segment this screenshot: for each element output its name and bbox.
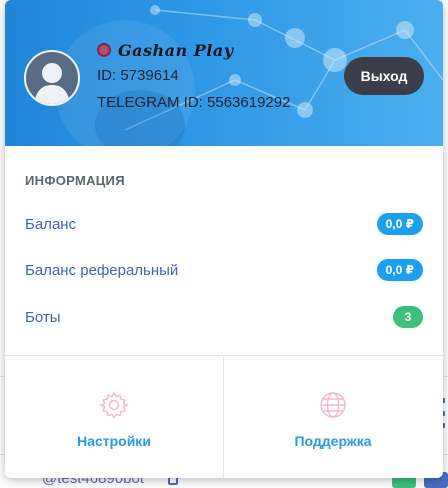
info-section-title: ИНФОРМАЦИЯ <box>25 173 125 188</box>
section-divider <box>5 355 443 356</box>
referral-balance-row[interactable]: Баланс реферальный 0,0 ₽ <box>5 253 443 287</box>
user-info: Gashan Play ID: 5739614 TELEGRAM ID: 556… <box>97 38 290 112</box>
gear-icon <box>99 391 129 420</box>
support-button[interactable]: Поддержка <box>224 357 442 478</box>
brand-row: Gashan Play <box>97 38 290 62</box>
logout-button[interactable]: Выход <box>344 57 424 95</box>
globe-icon <box>320 392 346 418</box>
balance-label: Баланс <box>25 215 77 233</box>
referral-balance-label: Баланс реферальный <box>25 261 179 279</box>
avatar[interactable] <box>24 50 80 106</box>
balance-badge: 0,0 ₽ <box>376 213 423 235</box>
user-silhouette-icon <box>34 63 70 104</box>
balance-row[interactable]: Баланс 0,0 ₽ <box>5 207 443 241</box>
referral-balance-badge: 0,0 ₽ <box>376 259 423 281</box>
bots-label: Боты <box>25 308 61 326</box>
telegram-id: TELEGRAM ID: 5563619292 <box>97 94 291 111</box>
settings-label: Настройки <box>77 433 151 449</box>
bots-row[interactable]: Боты 3 <box>5 300 443 334</box>
profile-header: Gashan Play ID: 5739614 TELEGRAM ID: 556… <box>5 0 443 146</box>
user-id: ID: 5739614 <box>97 67 179 84</box>
profile-dropdown: Gashan Play ID: 5739614 TELEGRAM ID: 556… <box>5 0 443 478</box>
brand-name: Gashan Play <box>118 40 234 60</box>
brand-logo-icon <box>97 43 111 57</box>
support-label: Поддержка <box>294 433 372 449</box>
bots-count-badge: 3 <box>393 306 423 328</box>
settings-button[interactable]: Настройки <box>5 357 223 478</box>
